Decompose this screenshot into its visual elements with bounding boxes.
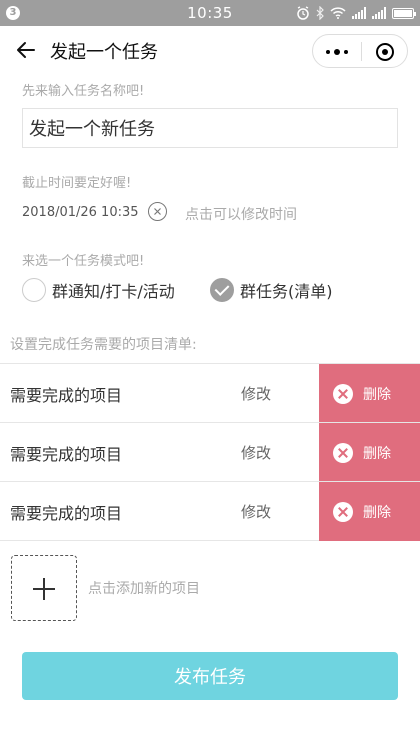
status-icons (296, 5, 416, 21)
delete-item-button[interactable]: 删除 (319, 423, 420, 482)
item-label: 需要完成的项目 (10, 445, 123, 464)
deadline-value[interactable]: 2018/01/26 10:35 (22, 205, 139, 220)
edit-item-button[interactable]: 修改 (241, 383, 271, 404)
add-item-text[interactable]: 点击添加新的项目 (88, 578, 200, 598)
add-item-plus-icon[interactable] (11, 555, 77, 621)
close-mini-program-icon[interactable] (362, 35, 408, 69)
delete-label: 删除 (363, 504, 391, 521)
clear-time-icon[interactable] (148, 202, 167, 221)
mode-hint: 来选一个任务模式吧! (22, 254, 145, 269)
mini-program-capsule (312, 34, 408, 68)
wifi-icon (330, 7, 346, 19)
publish-task-button[interactable]: 发布任务 (22, 652, 398, 700)
battery-icon (392, 7, 416, 19)
mode-option-group-task[interactable]: 群任务(清单) (210, 277, 333, 303)
item-label: 需要完成的项目 (10, 386, 123, 405)
alarm-icon (297, 6, 309, 20)
list-item: 需要完成的项目 修改 删除 (0, 422, 420, 482)
item-label: 需要完成的项目 (10, 504, 123, 523)
signal-icon-2 (372, 7, 386, 19)
list-item: 需要完成的项目 修改 删除 (0, 481, 420, 541)
radio-unchecked-icon[interactable] (22, 278, 46, 302)
bluetooth-icon (316, 6, 324, 20)
signal-icon (352, 7, 366, 19)
mode-option-notice[interactable]: 群通知/打卡/活动 (22, 277, 175, 303)
delete-icon (333, 383, 353, 404)
edit-item-button[interactable]: 修改 (241, 442, 271, 463)
list-item: 需要完成的项目 修改 删除 (0, 363, 420, 423)
page-title: 发起一个任务 (50, 42, 158, 63)
mode-label: 群通知/打卡/活动 (52, 282, 175, 301)
delete-item-button[interactable]: 删除 (319, 482, 420, 541)
delete-icon (333, 442, 353, 463)
radio-checked-icon[interactable] (210, 278, 234, 302)
more-icon[interactable] (313, 35, 361, 69)
task-name-input[interactable] (22, 108, 398, 148)
deadline-hint: 截止时间要定好喔! (22, 176, 132, 191)
item-list-title: 设置完成任务需要的项目清单: (10, 337, 197, 353)
delete-icon (333, 501, 353, 522)
delete-label: 删除 (363, 445, 391, 462)
delete-item-button[interactable]: 删除 (319, 364, 420, 423)
mode-label: 群任务(清单) (240, 282, 333, 301)
modify-time-link[interactable]: 点击可以修改时间 (185, 204, 297, 224)
delete-label: 删除 (363, 386, 391, 403)
nav-bar: 发起一个任务 (0, 26, 420, 76)
name-hint: 先来输入任务名称吧! (22, 84, 145, 99)
back-arrow-icon[interactable] (14, 38, 38, 62)
status-bar: 3 10:35 (0, 0, 420, 26)
edit-item-button[interactable]: 修改 (241, 501, 271, 522)
